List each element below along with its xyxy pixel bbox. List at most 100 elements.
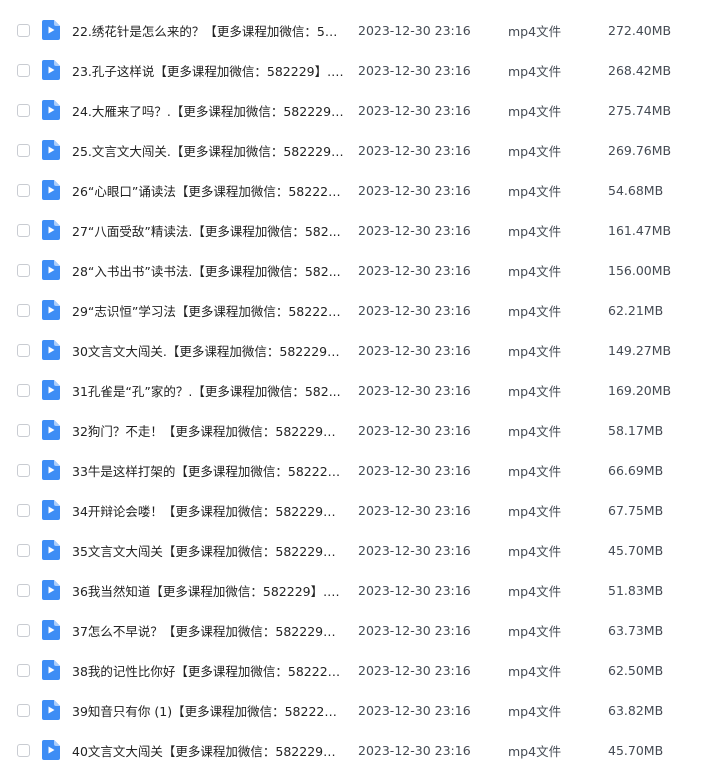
- row-checkbox[interactable]: [17, 703, 30, 717]
- file-name[interactable]: 38我的记性比你好【更多课程加微信：582229】...: [72, 661, 344, 680]
- file-size: 62.50MB: [608, 662, 664, 678]
- file-modified-date: 2023-12-30 23:16: [358, 462, 471, 478]
- row-checkbox[interactable]: [17, 263, 30, 277]
- file-modified-date: 2023-12-30 23:16: [358, 182, 471, 198]
- file-type: mp4文件: [508, 263, 562, 279]
- video-file-icon: [42, 60, 60, 80]
- file-modified-date: 2023-12-30 23:16: [358, 22, 471, 38]
- file-modified-date: 2023-12-30 23:16: [358, 502, 471, 518]
- row-checkbox[interactable]: [17, 343, 30, 357]
- file-row[interactable]: 40文言文大闯关【更多课程加微信：582229】.... 2023-12-30 …: [0, 730, 712, 770]
- file-name[interactable]: 34开辩论会喽！【更多课程加微信：582229】....: [72, 501, 344, 520]
- file-name[interactable]: 24.大雁来了吗？.【更多课程加微信：582229】....: [72, 101, 344, 120]
- file-modified-date: 2023-12-30 23:16: [358, 662, 471, 678]
- file-row[interactable]: 37怎么不早说？【更多课程加微信：582229】.... 2023-12-30 …: [0, 610, 712, 650]
- row-checkbox[interactable]: [17, 503, 30, 517]
- row-checkbox[interactable]: [17, 623, 30, 637]
- video-file-icon: [42, 220, 60, 240]
- file-name[interactable]: 27“八面受敌”精读法.【更多课程加微信：582...: [72, 221, 344, 240]
- file-type: mp4文件: [508, 23, 562, 39]
- file-type: mp4文件: [508, 743, 562, 759]
- row-checkbox[interactable]: [17, 543, 30, 557]
- file-name[interactable]: 28“入书出书”读书法.【更多课程加微信：582...: [72, 261, 344, 280]
- file-name[interactable]: 40文言文大闯关【更多课程加微信：582229】....: [72, 741, 344, 760]
- video-file-icon: [42, 580, 60, 600]
- file-size: 62.21MB: [608, 302, 664, 318]
- file-row[interactable]: 31孔雀是“孔”家的？.【更多课程加微信：582... 2023-12-30 2…: [0, 370, 712, 410]
- file-name[interactable]: 23.孔子这样说【更多课程加微信：582229】.mp4: [72, 61, 344, 80]
- row-checkbox[interactable]: [17, 583, 30, 597]
- file-size: 45.70MB: [608, 542, 664, 558]
- file-size: 272.40MB: [608, 22, 672, 38]
- row-checkbox[interactable]: [17, 103, 30, 117]
- file-row[interactable]: 23.孔子这样说【更多课程加微信：582229】.mp4 2023-12-30 …: [0, 50, 712, 90]
- file-row[interactable]: 36我当然知道【更多课程加微信：582229】.mp4 2023-12-30 2…: [0, 570, 712, 610]
- file-name[interactable]: 35文言文大闯关【更多课程加微信：582229】....: [72, 541, 344, 560]
- row-checkbox[interactable]: [17, 223, 30, 237]
- file-size: 66.69MB: [608, 462, 664, 478]
- video-file-icon: [42, 500, 60, 520]
- file-size: 269.76MB: [608, 142, 672, 158]
- file-modified-date: 2023-12-30 23:16: [358, 542, 471, 558]
- file-size: 268.42MB: [608, 62, 672, 78]
- file-name[interactable]: 29“志识恒”学习法【更多课程加微信：582229...: [72, 301, 344, 320]
- file-row[interactable]: 32狗门？不走！【更多课程加微信：582229】.... 2023-12-30 …: [0, 410, 712, 450]
- file-type: mp4文件: [508, 103, 562, 119]
- file-modified-date: 2023-12-30 23:16: [358, 62, 471, 78]
- file-modified-date: 2023-12-30 23:16: [358, 262, 471, 278]
- file-type: mp4文件: [508, 143, 562, 159]
- file-modified-date: 2023-12-30 23:16: [358, 302, 471, 318]
- row-checkbox[interactable]: [17, 183, 30, 197]
- file-row[interactable]: 24.大雁来了吗？.【更多课程加微信：582229】.... 2023-12-3…: [0, 90, 712, 130]
- row-checkbox[interactable]: [17, 303, 30, 317]
- row-checkbox[interactable]: [17, 423, 30, 437]
- file-row[interactable]: 29“志识恒”学习法【更多课程加微信：582229... 2023-12-30 …: [0, 290, 712, 330]
- file-name[interactable]: 36我当然知道【更多课程加微信：582229】.mp4: [72, 581, 344, 600]
- file-type: mp4文件: [508, 503, 562, 519]
- file-modified-date: 2023-12-30 23:16: [358, 422, 471, 438]
- video-file-icon: [42, 420, 60, 440]
- file-type: mp4文件: [508, 63, 562, 79]
- file-name[interactable]: 39知音只有你 (1)【更多课程加微信：582229】....: [72, 701, 344, 720]
- row-checkbox[interactable]: [17, 143, 30, 157]
- row-checkbox[interactable]: [17, 743, 30, 757]
- file-row[interactable]: 39知音只有你 (1)【更多课程加微信：582229】.... 2023-12-…: [0, 690, 712, 730]
- row-checkbox[interactable]: [17, 63, 30, 77]
- file-row[interactable]: 34开辩论会喽！【更多课程加微信：582229】.... 2023-12-30 …: [0, 490, 712, 530]
- video-file-icon: [42, 20, 60, 40]
- file-row[interactable]: 28“入书出书”读书法.【更多课程加微信：582... 2023-12-30 2…: [0, 250, 712, 290]
- file-name[interactable]: 37怎么不早说？【更多课程加微信：582229】....: [72, 621, 344, 640]
- file-modified-date: 2023-12-30 23:16: [358, 222, 471, 238]
- file-row[interactable]: 35文言文大闯关【更多课程加微信：582229】.... 2023-12-30 …: [0, 530, 712, 570]
- file-row[interactable]: 27“八面受敌”精读法.【更多课程加微信：582... 2023-12-30 2…: [0, 210, 712, 250]
- video-file-icon: [42, 620, 60, 640]
- file-name[interactable]: 32狗门？不走！【更多课程加微信：582229】....: [72, 421, 344, 440]
- file-modified-date: 2023-12-30 23:16: [358, 342, 471, 358]
- video-file-icon: [42, 700, 60, 720]
- row-checkbox[interactable]: [17, 383, 30, 397]
- row-checkbox[interactable]: [17, 663, 30, 677]
- video-file-icon: [42, 380, 60, 400]
- file-name[interactable]: 26“心眼口”诵读法【更多课程加微信：582229...: [72, 181, 344, 200]
- video-file-icon: [42, 100, 60, 120]
- row-checkbox[interactable]: [17, 23, 30, 37]
- file-row[interactable]: 30文言文大闯关.【更多课程加微信：582229】.... 2023-12-30…: [0, 330, 712, 370]
- file-type: mp4文件: [508, 183, 562, 199]
- video-file-icon: [42, 180, 60, 200]
- file-row[interactable]: 33牛是这样打架的【更多课程加微信：582229】... 2023-12-30 …: [0, 450, 712, 490]
- file-row[interactable]: 25.文言文大闯关.【更多课程加微信：582229】.... 2023-12-3…: [0, 130, 712, 170]
- file-size: 275.74MB: [608, 102, 672, 118]
- file-name[interactable]: 30文言文大闯关.【更多课程加微信：582229】....: [72, 341, 344, 360]
- file-name[interactable]: 25.文言文大闯关.【更多课程加微信：582229】....: [72, 141, 344, 160]
- file-name[interactable]: 22.绣花针是怎么来的？【更多课程加微信：582...: [72, 21, 344, 40]
- file-name[interactable]: 33牛是这样打架的【更多课程加微信：582229】...: [72, 461, 344, 480]
- row-checkbox[interactable]: [17, 463, 30, 477]
- file-row[interactable]: 22.绣花针是怎么来的？【更多课程加微信：582... 2023-12-30 2…: [0, 10, 712, 50]
- file-name[interactable]: 31孔雀是“孔”家的？.【更多课程加微信：582...: [72, 381, 344, 400]
- file-row[interactable]: 26“心眼口”诵读法【更多课程加微信：582229... 2023-12-30 …: [0, 170, 712, 210]
- video-file-icon: [42, 340, 60, 360]
- video-file-icon: [42, 140, 60, 160]
- file-row[interactable]: 38我的记性比你好【更多课程加微信：582229】... 2023-12-30 …: [0, 650, 712, 690]
- file-modified-date: 2023-12-30 23:16: [358, 622, 471, 638]
- file-type: mp4文件: [508, 663, 562, 679]
